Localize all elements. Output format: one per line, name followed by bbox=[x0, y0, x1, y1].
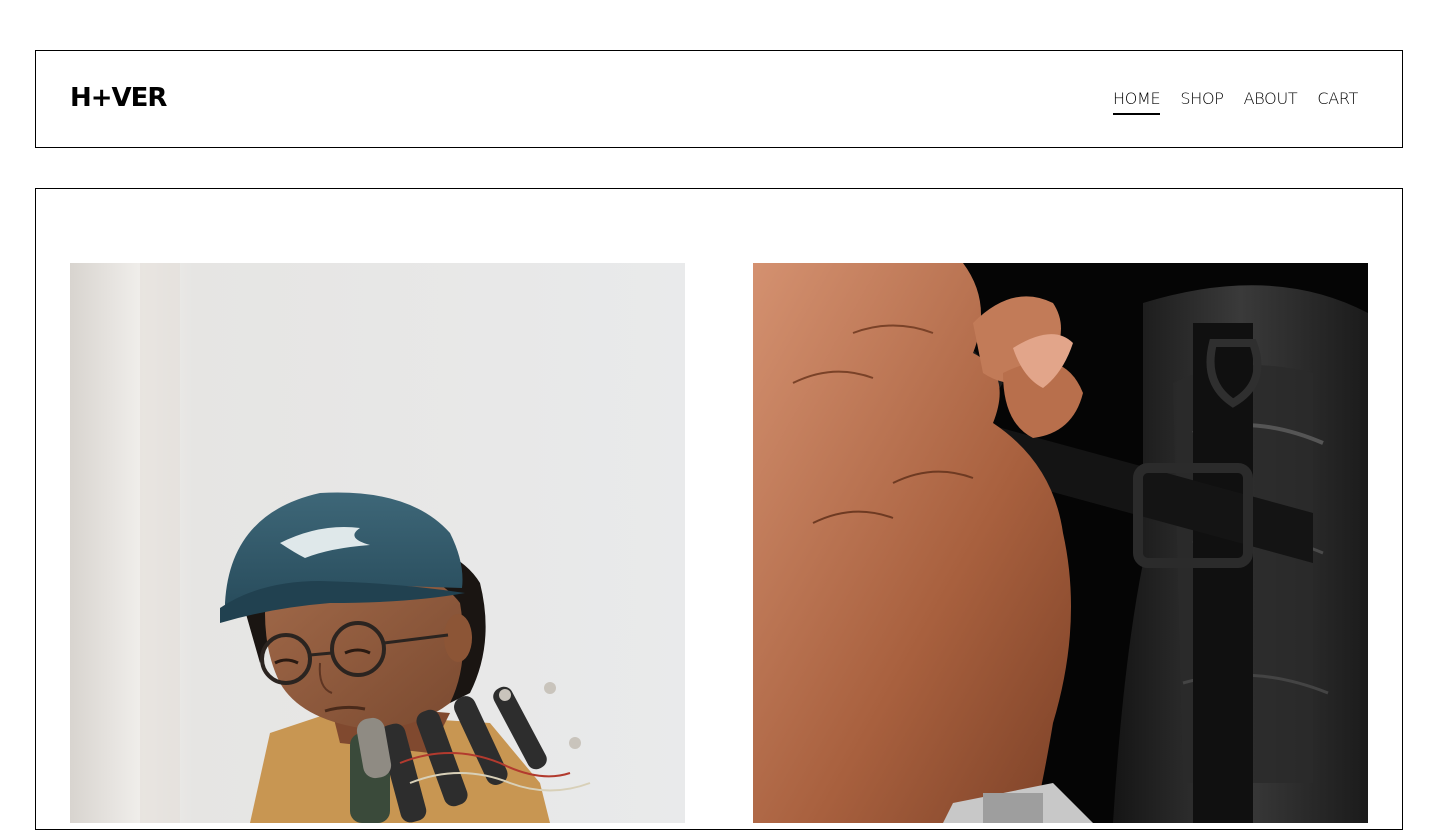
hand-on-backpack-strap-photo[interactable] bbox=[753, 263, 1368, 823]
nav-about-link[interactable]: ABOUT bbox=[1244, 89, 1298, 115]
site-logo[interactable]: H+VER bbox=[70, 83, 167, 113]
site-header: H+VER HOME SHOP ABOUT CART bbox=[35, 50, 1403, 148]
nav-home-link[interactable]: HOME bbox=[1113, 89, 1161, 115]
nav-shop-link[interactable]: SHOP bbox=[1180, 89, 1224, 115]
nav-cart-link[interactable]: CART bbox=[1317, 89, 1358, 115]
gallery-section bbox=[35, 188, 1403, 830]
main-nav: HOME SHOP ABOUT CART bbox=[1113, 89, 1358, 115]
person-with-robotic-hand-photo[interactable] bbox=[70, 263, 685, 823]
